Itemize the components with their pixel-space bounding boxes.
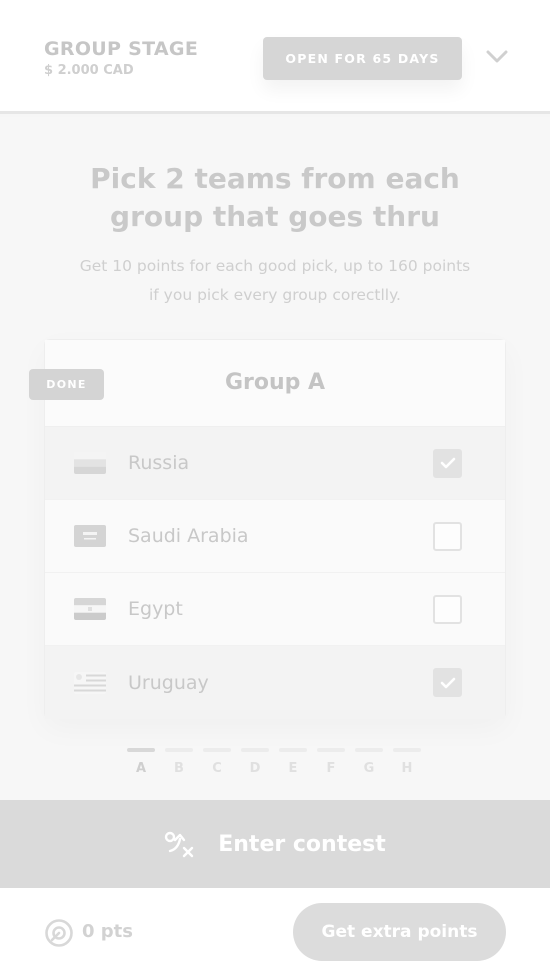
pager-item-b[interactable]: B xyxy=(165,748,193,776)
group-card-header: Group A xyxy=(45,340,505,427)
pager-bar xyxy=(241,748,269,752)
pager-item-f[interactable]: F xyxy=(317,748,345,776)
points-label: 0 pts xyxy=(82,921,133,942)
team-name: Uruguay xyxy=(128,671,209,694)
team-row-saudi-arabia[interactable]: Saudi Arabia xyxy=(45,500,505,573)
instructions-headline: Pick 2 teams from each group that goes t… xyxy=(0,160,550,236)
pager-bar xyxy=(203,748,231,752)
open-status-badge: OPEN FOR 65 DAYS xyxy=(263,37,462,80)
pager-bar xyxy=(355,748,383,752)
contest-header: GROUP STAGE $ 2.000 CAD OPEN FOR 65 DAYS xyxy=(0,0,550,114)
group-card: Group A Russia Saudi Arabia Egypt Urugua… xyxy=(44,339,506,719)
subtext-line: if you pick every group corectlly. xyxy=(148,286,401,304)
pager-bar xyxy=(317,748,345,752)
pager-item-g[interactable]: G xyxy=(355,748,383,776)
pager-item-a[interactable]: A xyxy=(127,748,155,776)
enter-contest-label: Enter contest xyxy=(218,831,386,857)
done-badge: DONE xyxy=(29,369,104,400)
pager-item-c[interactable]: C xyxy=(203,748,231,776)
team-checkbox[interactable] xyxy=(433,594,462,624)
pager-label: A xyxy=(135,761,147,776)
chevron-down-icon[interactable] xyxy=(484,44,510,70)
saudi-arabia-flag-icon xyxy=(74,525,106,547)
enter-contest-button[interactable]: Enter contest xyxy=(0,800,550,888)
egypt-flag-icon xyxy=(74,598,106,620)
stage-title: GROUP STAGE xyxy=(44,38,199,60)
pager-label: F xyxy=(326,761,336,776)
footer-bar: 0 pts Get extra points xyxy=(0,888,550,976)
subtext-line: Get 10 points for each good pick, up to … xyxy=(79,257,471,275)
strategy-icon xyxy=(165,831,194,858)
instructions-subtext: Get 10 points for each good pick, up to … xyxy=(40,252,510,310)
pager-label: H xyxy=(401,761,413,776)
pager-label: B xyxy=(174,761,184,776)
team-checkbox[interactable] xyxy=(433,448,462,478)
team-row-russia[interactable]: Russia xyxy=(45,427,505,500)
team-row-uruguay[interactable]: Uruguay xyxy=(45,646,505,719)
group-title: Group A xyxy=(224,370,326,395)
headline-line: Pick 2 teams from each xyxy=(90,162,460,195)
team-name: Saudi Arabia xyxy=(128,525,249,547)
pager-bar xyxy=(393,748,421,752)
pager-bar xyxy=(127,748,155,752)
team-row-egypt[interactable]: Egypt xyxy=(45,573,505,646)
pager-item-h[interactable]: H xyxy=(393,748,421,776)
check-icon xyxy=(440,457,455,469)
pager-item-e[interactable]: E xyxy=(279,748,307,776)
pager-label: C xyxy=(212,761,222,776)
group-pager: A B C D E F G H xyxy=(127,748,427,778)
pager-item-d[interactable]: D xyxy=(241,748,269,776)
pager-bar xyxy=(279,748,307,752)
team-checkbox[interactable] xyxy=(433,668,462,697)
check-icon xyxy=(440,677,455,688)
pager-label: E xyxy=(288,761,298,776)
pager-label: D xyxy=(249,761,261,776)
team-name: Egypt xyxy=(128,598,183,620)
uruguay-flag-icon xyxy=(74,671,106,694)
russia-flag-icon xyxy=(74,452,106,474)
get-extra-points-button[interactable]: Get extra points xyxy=(293,903,506,961)
target-icon xyxy=(45,919,73,947)
team-name: Russia xyxy=(128,452,190,474)
prize-amount: $ 2.000 CAD xyxy=(44,63,134,78)
team-checkbox[interactable] xyxy=(433,521,462,551)
headline-line: group that goes thru xyxy=(110,200,440,233)
pager-label: G xyxy=(363,761,375,776)
pager-bar xyxy=(165,748,193,752)
